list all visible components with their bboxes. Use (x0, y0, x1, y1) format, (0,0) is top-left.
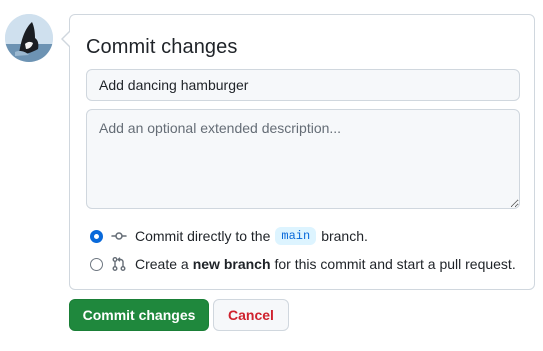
commit-directly-text-after: branch. (321, 228, 368, 244)
cancel-button[interactable]: Cancel (213, 299, 289, 331)
avatar[interactable] (5, 14, 53, 62)
commit-changes-button[interactable]: Commit changes (69, 299, 209, 331)
git-commit-icon (111, 228, 127, 244)
dialog-title: Commit changes (86, 36, 238, 58)
new-branch-radio[interactable] (90, 257, 103, 271)
commit-form-box: Commit changes Commit directly to the ma… (61, 14, 535, 290)
new-branch-emphasis: new branch (192, 256, 271, 272)
branch-name-badge: main (275, 227, 317, 245)
new-branch-text-after: for this commit and start a pull request… (274, 256, 516, 272)
new-branch-option[interactable]: Create a new branch for this commit and … (90, 256, 516, 272)
orca-avatar-image (5, 14, 53, 62)
commit-directly-radio[interactable] (90, 229, 103, 243)
git-pull-request-icon (111, 256, 127, 272)
commit-description-textarea[interactable] (86, 109, 520, 209)
new-branch-text-before: Create a (135, 256, 189, 272)
commit-dialog-page: Commit changes Commit directly to the ma… (0, 0, 543, 351)
commit-summary-input[interactable] (86, 69, 520, 101)
commit-directly-option[interactable]: Commit directly to the main branch. (90, 227, 368, 245)
commit-directly-text-before: Commit directly to the (135, 228, 271, 244)
